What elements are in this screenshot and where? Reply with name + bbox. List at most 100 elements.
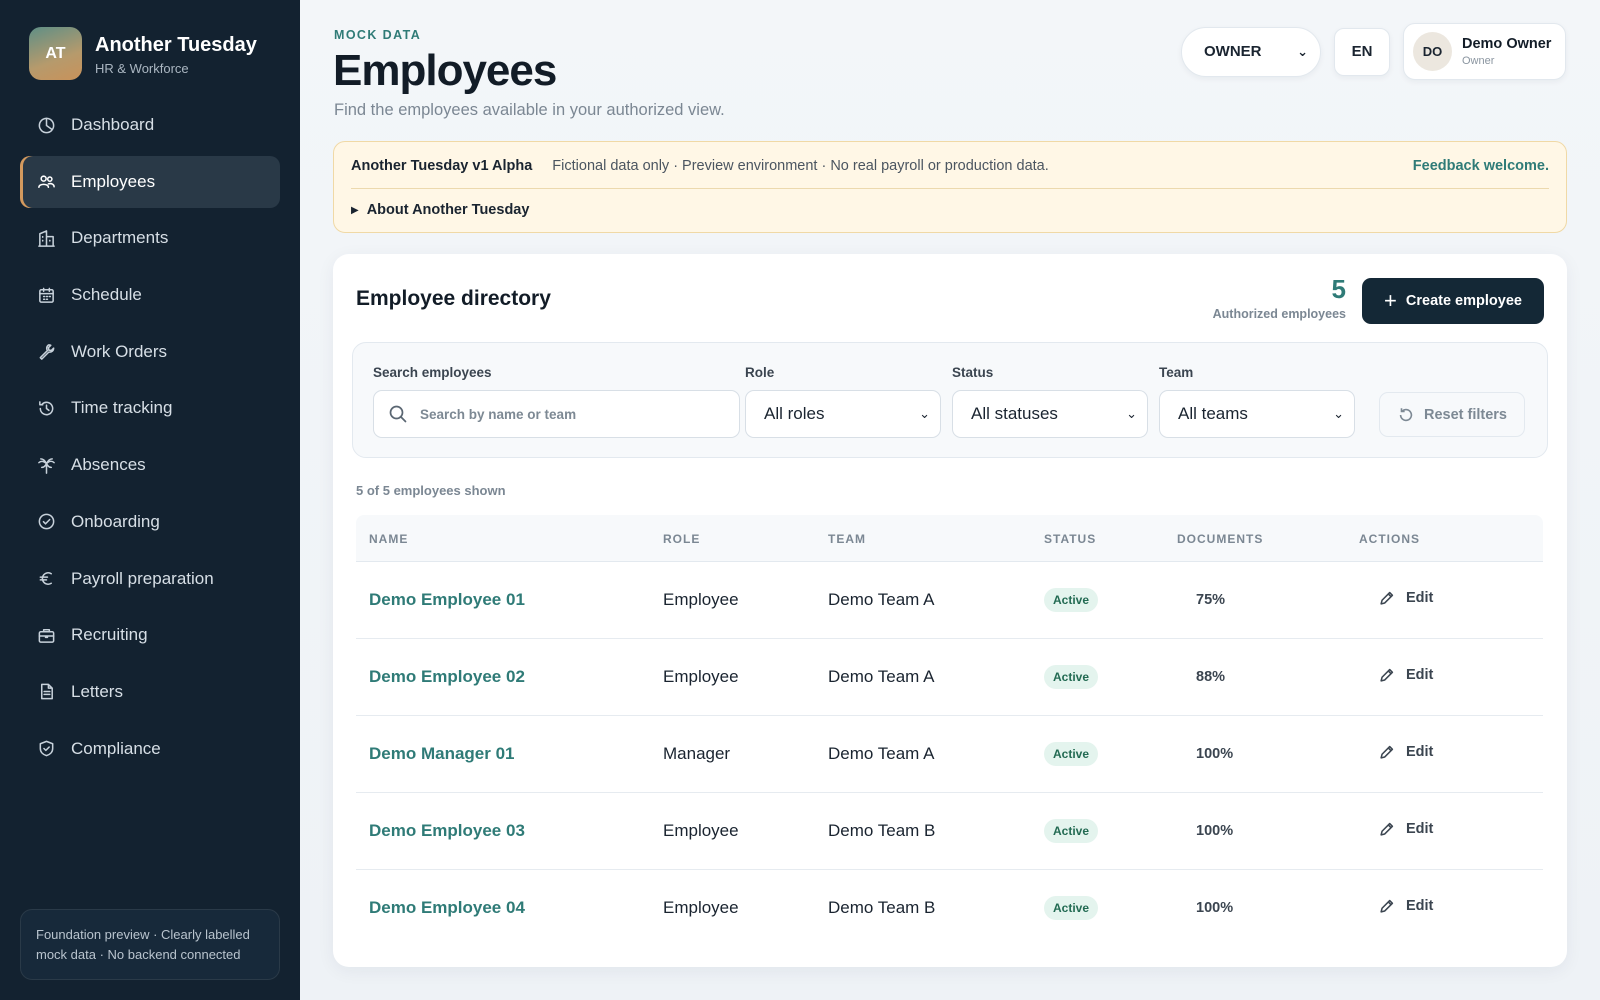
status-filter-label: Status (952, 365, 994, 380)
edit-label: Edit (1406, 821, 1434, 837)
pencil-icon (1380, 668, 1394, 682)
sidebar-item-label: Letters (71, 681, 123, 701)
shield-check-icon (36, 739, 56, 759)
status-badge: Active (1044, 896, 1099, 920)
employee-role: Employee (663, 667, 739, 686)
language-button[interactable]: EN (1334, 27, 1390, 76)
status-filter-value: All statuses (971, 404, 1058, 423)
building-icon (36, 228, 56, 248)
employee-role: Employee (663, 898, 739, 917)
user-role: Owner (1462, 55, 1495, 67)
sidebar-item-time-tracking[interactable]: Time tracking (20, 382, 280, 434)
documents-percent: 100% (1196, 900, 1234, 916)
chevron-down-icon: ⌄ (1297, 43, 1308, 59)
edit-button[interactable]: Edit (1378, 589, 1433, 607)
user-name: Demo Owner (1462, 36, 1552, 52)
status-badge: Active (1044, 665, 1099, 689)
employee-count-value: 5 (1331, 274, 1346, 304)
main-content: MOCK DATA Employees Find the employees a… (300, 0, 1600, 1000)
create-employee-button[interactable]: + Create employee (1362, 278, 1544, 324)
filter-panel: Search employees Search by name or team … (352, 342, 1548, 458)
reset-filters-button[interactable]: Reset filters (1379, 392, 1525, 437)
directory-title: Employee directory (356, 287, 551, 310)
sidebar-item-label: Work Orders (71, 341, 168, 361)
employee-name-link[interactable]: Demo Employee 03 (369, 821, 525, 841)
employee-count: 5 Authorized employees (1213, 274, 1346, 321)
documents-percent: 88% (1196, 669, 1226, 685)
column-header-name[interactable]: NAME (369, 532, 408, 546)
brand[interactable]: AT Another Tuesday HR & Workforce (29, 27, 257, 80)
column-header-actions: ACTIONS (1359, 532, 1420, 546)
reset-icon (1399, 407, 1413, 421)
check-circle-icon (36, 512, 56, 532)
sidebar-item-letters[interactable]: Letters (20, 666, 280, 718)
sidebar-item-onboarding[interactable]: Onboarding (20, 496, 280, 548)
sidebar-item-absences[interactable]: Absences (20, 439, 280, 491)
chevron-down-icon: ⌄ (919, 406, 930, 421)
edit-button[interactable]: Edit (1378, 666, 1433, 684)
edit-button[interactable]: Edit (1378, 743, 1433, 761)
role-switcher-select[interactable]: OWNER ⌄ (1181, 26, 1321, 77)
role-filter-label: Role (745, 365, 775, 380)
employee-team: Demo Team B (828, 821, 936, 840)
table-row: Demo Employee 03 Employee Demo Team B Ac… (356, 793, 1543, 870)
status-filter-select[interactable]: All statuses ⌄ (952, 390, 1148, 438)
sidebar-item-label: Absences (71, 455, 146, 475)
employee-name-link[interactable]: Demo Manager 01 (369, 744, 515, 764)
history-icon (36, 398, 56, 418)
employee-name-link[interactable]: Demo Employee 02 (369, 667, 525, 687)
column-header-role[interactable]: ROLE (663, 532, 700, 546)
edit-label: Edit (1406, 898, 1434, 914)
role-filter-value: All roles (764, 404, 825, 423)
documents-percent: 75% (1196, 592, 1226, 608)
edit-button[interactable]: Edit (1378, 820, 1433, 838)
sidebar-item-label: Employees (71, 171, 156, 191)
feedback-link[interactable]: Feedback welcome. (1413, 158, 1549, 174)
status-badge: Active (1044, 588, 1099, 612)
employee-name-link[interactable]: Demo Employee 04 (369, 898, 525, 918)
column-header-documents[interactable]: DOCUMENTS (1177, 532, 1263, 546)
sidebar-item-label: Schedule (71, 285, 142, 305)
table-row: Demo Employee 01 Employee Demo Team A Ac… (356, 562, 1543, 639)
sidebar-footer-note: Foundation preview · Clearly labelled mo… (20, 909, 280, 980)
page-eyebrow: MOCK DATA (334, 28, 422, 42)
sidebar-item-schedule[interactable]: Schedule (20, 269, 280, 321)
edit-label: Edit (1406, 590, 1434, 606)
role-filter-select[interactable]: All roles ⌄ (745, 390, 941, 438)
column-header-team[interactable]: TEAM (828, 532, 866, 546)
about-label: About Another Tuesday (366, 202, 530, 218)
about-disclosure[interactable]: ▶ About Another Tuesday (351, 202, 529, 218)
employee-team: Demo Team B (828, 898, 936, 917)
edit-button[interactable]: Edit (1378, 897, 1433, 915)
sidebar-item-departments[interactable]: Departments (20, 212, 280, 264)
page-title: Employees (333, 46, 557, 95)
sidebar-item-label: Payroll preparation (71, 568, 214, 588)
sidebar-item-work-orders[interactable]: Work Orders (20, 326, 280, 378)
euro-icon (36, 569, 56, 589)
avatar: DO (1413, 32, 1452, 71)
team-filter-select[interactable]: All teams ⌄ (1159, 390, 1355, 438)
sidebar-item-employees[interactable]: Employees (20, 155, 280, 208)
employee-name-link[interactable]: Demo Employee 01 (369, 590, 525, 610)
plus-icon: + (1384, 288, 1397, 313)
edit-label: Edit (1406, 744, 1434, 760)
edit-label: Edit (1406, 667, 1434, 683)
sidebar-item-dashboard[interactable]: Dashboard (20, 99, 280, 151)
calendar-icon (36, 285, 56, 305)
table-header: NAME ROLE TEAM STATUS DOCUMENTS ACTIONS (356, 515, 1543, 562)
search-input[interactable]: Search by name or team (373, 390, 740, 438)
notice-text: Fictional data only · Preview environmen… (552, 158, 1049, 174)
team-filter-label: Team (1159, 365, 1194, 380)
column-header-status[interactable]: STATUS (1044, 532, 1096, 546)
sidebar-item-payroll[interactable]: Payroll preparation (20, 553, 280, 605)
sidebar: AT Another Tuesday HR & Workforce Dashbo… (0, 0, 300, 1000)
page-subtitle: Find the employees available in your aut… (334, 101, 725, 119)
search-icon (389, 405, 407, 423)
status-badge: Active (1044, 819, 1099, 843)
sidebar-item-recruiting[interactable]: Recruiting (20, 609, 280, 661)
sidebar-item-compliance[interactable]: Compliance (20, 723, 280, 775)
role-switcher-value: OWNER (1204, 43, 1262, 60)
user-menu[interactable]: DO Demo Owner Owner (1403, 23, 1566, 80)
sidebar-item-label: Recruiting (71, 625, 148, 645)
brand-name: Another Tuesday (95, 33, 257, 56)
